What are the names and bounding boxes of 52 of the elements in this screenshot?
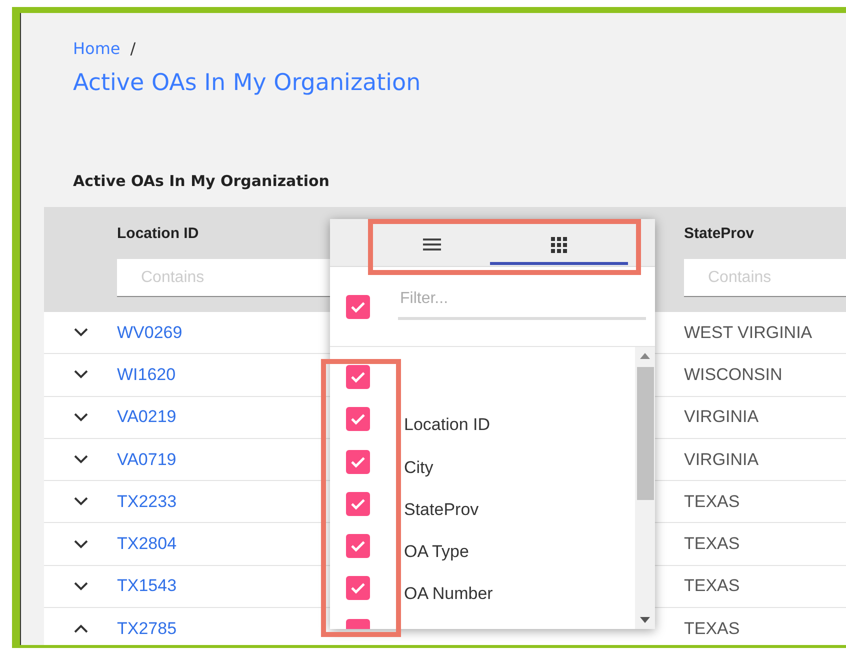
table-cell-text: WEST VIRGINIA xyxy=(684,322,814,343)
check-icon xyxy=(350,540,366,552)
table-cell-text: WISCONSIN xyxy=(684,364,784,385)
column-label[interactable]: City xyxy=(404,458,434,478)
chevron-down-icon[interactable] xyxy=(74,455,88,464)
location-link[interactable]: TX1543 xyxy=(117,576,177,596)
location-link[interactable]: TX2233 xyxy=(117,492,177,511)
table-cell-text: TEXAS xyxy=(684,492,741,512)
location-link[interactable]: WV0269 xyxy=(117,322,182,342)
location-link[interactable]: TX2804 xyxy=(117,534,177,554)
column-checkbox[interactable] xyxy=(346,407,370,432)
chevron-down-icon[interactable] xyxy=(74,370,88,380)
table-cell-text: TEXAS xyxy=(684,576,741,596)
breadcrumb-link[interactable]: Home xyxy=(73,39,120,58)
column-checkbox[interactable] xyxy=(346,576,370,600)
location-link[interactable]: VA0719 xyxy=(117,450,176,469)
scrollbar[interactable] xyxy=(635,347,655,629)
chevron-up-icon[interactable] xyxy=(74,624,88,634)
check-icon xyxy=(350,582,366,594)
location-link[interactable]: TX2785 xyxy=(117,618,177,638)
page-title: Active OAs In My Organization xyxy=(72,69,422,98)
column-label[interactable]: OA Type xyxy=(404,542,469,562)
location-link[interactable]: VA0219 xyxy=(117,407,176,426)
select-all-checkbox[interactable] xyxy=(346,295,370,319)
chevron-down-icon[interactable] xyxy=(74,582,88,591)
chevron-down-icon[interactable] xyxy=(74,328,88,338)
menu-icon xyxy=(423,238,441,251)
grid-icon xyxy=(551,236,567,252)
check-icon xyxy=(350,371,366,383)
chevron-down-icon[interactable] xyxy=(74,497,88,506)
column-checkbox[interactable] xyxy=(346,534,370,558)
column-checkbox[interactable] xyxy=(346,450,370,474)
check-icon xyxy=(350,498,366,510)
chevron-down-icon[interactable] xyxy=(74,412,88,422)
table-cell-text: VIRGINIA xyxy=(684,407,760,428)
column-header[interactable]: StateProv xyxy=(684,224,846,242)
section-title: Active OAs In My Organization xyxy=(72,171,330,192)
column-checkbox[interactable] xyxy=(346,365,370,389)
check-icon xyxy=(350,413,366,426)
table-cell-text: TEXAS xyxy=(684,618,741,639)
table-cell-text: VIRGINIA xyxy=(684,450,760,470)
location-link[interactable]: WI1620 xyxy=(117,364,176,384)
check-icon xyxy=(350,301,366,313)
scroll-down-icon[interactable] xyxy=(640,617,650,623)
breadcrumb-separator: / xyxy=(130,39,136,58)
chevron-down-icon[interactable] xyxy=(74,540,88,549)
check-icon xyxy=(350,456,366,468)
column-checkbox[interactable] xyxy=(346,492,370,516)
column-label[interactable]: StateProv xyxy=(404,500,479,520)
column-label[interactable]: Location ID xyxy=(404,415,490,436)
table-cell-text: TEXAS xyxy=(684,534,741,554)
column-label[interactable]: OA Number xyxy=(404,584,493,604)
